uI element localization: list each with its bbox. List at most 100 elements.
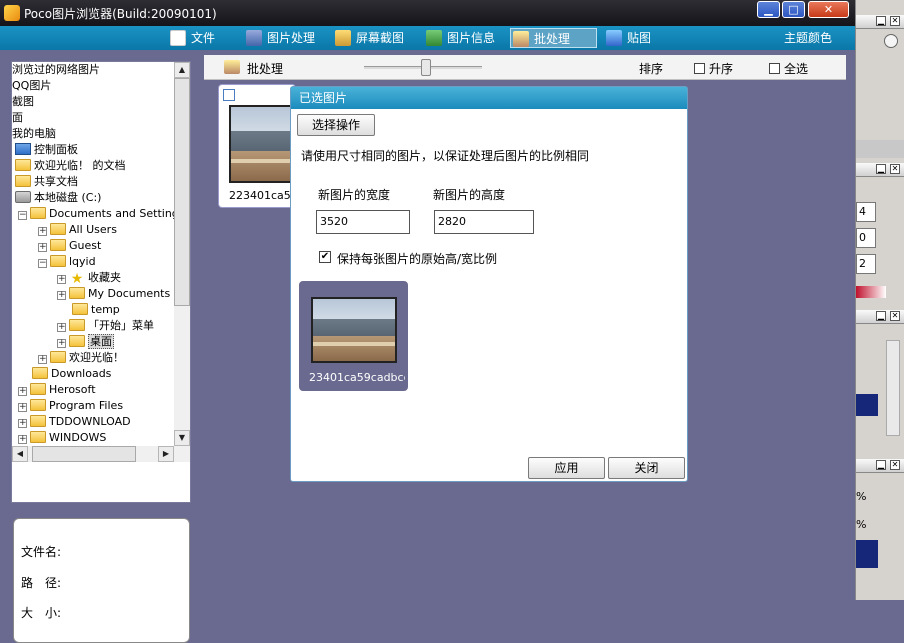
keep-ratio-label: 保持每张图片的原始高/宽比例: [337, 252, 498, 266]
toolbar-image-processing-label: 图片处理: [267, 31, 316, 45]
sticker-icon: [606, 30, 622, 46]
checkbox-icon[interactable]: [694, 63, 705, 74]
height-input[interactable]: 2820: [434, 210, 534, 234]
zoom-slider-handle[interactable]: [421, 59, 431, 76]
size-label: 大 小:: [21, 606, 62, 620]
tree-horizontal-scrollbar[interactable]: ◀ ▶: [12, 446, 190, 462]
tree-item[interactable]: + TDDOWNLOAD: [18, 414, 131, 430]
tree-item[interactable]: − lqyid: [38, 254, 96, 270]
expand-icon[interactable]: +: [38, 243, 47, 252]
batch-icon: [513, 31, 529, 47]
close-dialog-button[interactable]: 关闭: [608, 457, 685, 479]
scroll-left-icon[interactable]: ◀: [12, 446, 28, 462]
tree-item[interactable]: Downloads: [32, 366, 111, 382]
scroll-thumb[interactable]: [174, 78, 190, 306]
panel-scrollbar[interactable]: [886, 340, 900, 436]
tree-item-selected[interactable]: + 桌面: [57, 334, 114, 350]
minimize-button[interactable]: ▁: [757, 1, 780, 18]
panel-field-3[interactable]: 2: [856, 254, 876, 274]
select-operation-button[interactable]: 选择操作: [297, 114, 375, 136]
scroll-down-icon[interactable]: ▼: [174, 430, 190, 446]
tree-item[interactable]: 浏览过的网络图片: [12, 62, 100, 78]
tree-item[interactable]: 本地磁盘 (C:): [15, 190, 101, 206]
selected-image-card[interactable]: 23401ca59cadbcd2: [299, 281, 408, 391]
tree-item[interactable]: + 「开始」菜单: [57, 318, 154, 334]
expand-icon[interactable]: +: [57, 275, 66, 284]
tree-item[interactable]: 我的电脑: [12, 126, 56, 142]
toolbar-batch[interactable]: 批处理: [510, 28, 597, 48]
expand-icon[interactable]: +: [38, 355, 47, 364]
minimize-icon[interactable]: ▁: [876, 16, 886, 26]
select-all-checkbox[interactable]: 全选: [769, 60, 808, 77]
sort-label[interactable]: 排序: [639, 60, 663, 77]
toolbar-theme-color[interactable]: 主题颜色: [784, 28, 832, 48]
checkbox-icon[interactable]: [769, 63, 780, 74]
expand-icon[interactable]: +: [38, 227, 47, 236]
maximize-button[interactable]: □: [782, 1, 805, 18]
tree-item[interactable]: + Guest: [38, 238, 101, 254]
toolbar-image-info[interactable]: 图片信息: [424, 28, 495, 48]
close-icon[interactable]: ✕: [890, 460, 900, 470]
image-thumbnail-card[interactable]: 223401ca59c: [218, 84, 296, 208]
tree-item[interactable]: + Herosoft: [18, 382, 96, 398]
tree-item[interactable]: + WINDOWS: [18, 430, 106, 446]
panel-field-2[interactable]: 0: [856, 228, 876, 248]
tree-item[interactable]: + 欢迎光临！: [38, 350, 124, 366]
scroll-right-icon[interactable]: ▶: [158, 446, 174, 462]
tree-item[interactable]: 面: [12, 110, 23, 126]
color-swatch[interactable]: [856, 394, 878, 416]
tree-item[interactable]: QQ图片: [12, 78, 51, 94]
tree-item[interactable]: temp: [72, 302, 120, 318]
tree-item[interactable]: 控制面板: [15, 142, 78, 158]
thumbnail-checkbox[interactable]: [223, 89, 235, 101]
collapse-icon[interactable]: −: [18, 211, 27, 220]
tree-item[interactable]: 截图: [12, 94, 34, 110]
toolbar-file[interactable]: 文件: [168, 28, 215, 48]
image-edit-icon: [246, 30, 262, 46]
close-icon[interactable]: ✕: [890, 311, 900, 321]
color-gradient-bar[interactable]: [856, 286, 886, 298]
tree-item[interactable]: + All Users: [38, 222, 117, 238]
percent-label-2: %: [856, 518, 867, 531]
color-swatch[interactable]: [856, 540, 878, 568]
width-input[interactable]: 3520: [316, 210, 410, 234]
expand-icon[interactable]: +: [18, 403, 27, 412]
collapse-icon[interactable]: −: [38, 259, 47, 268]
toolbar-sticker-label: 贴图: [627, 31, 652, 45]
tree-item[interactable]: + My Documents: [57, 286, 170, 302]
expand-icon[interactable]: +: [57, 323, 66, 332]
folder-icon: [69, 319, 85, 331]
ascending-checkbox[interactable]: 升序: [694, 60, 733, 77]
folder-icon: [32, 367, 48, 379]
expand-icon[interactable]: +: [57, 339, 66, 348]
toolbar-screenshot[interactable]: 屏幕截图: [333, 28, 404, 48]
scroll-thumb[interactable]: [32, 446, 136, 462]
expand-icon[interactable]: +: [18, 435, 27, 444]
panel-field-1[interactable]: 4: [856, 202, 876, 222]
close-icon[interactable]: ✕: [890, 16, 900, 26]
scroll-up-icon[interactable]: ▲: [174, 62, 190, 78]
expand-icon[interactable]: +: [57, 291, 66, 300]
apply-button[interactable]: 应用: [528, 457, 605, 479]
close-icon[interactable]: ✕: [890, 164, 900, 174]
panel-menu-icon[interactable]: [884, 34, 898, 48]
expand-icon[interactable]: +: [18, 419, 27, 428]
tree-vertical-scrollbar[interactable]: ▲ ▼: [174, 62, 190, 446]
panel-header: ▁ ✕: [856, 459, 904, 473]
close-window-button[interactable]: ✕: [808, 1, 849, 18]
tree-item[interactable]: 欢迎光临！ 的文档: [15, 158, 126, 174]
toolbar-sticker[interactable]: 贴图: [604, 28, 651, 48]
tree-item[interactable]: + ★ 收藏夹: [57, 270, 121, 286]
info-grid-icon: [426, 30, 442, 46]
tree-item[interactable]: 共享文档: [15, 174, 78, 190]
minimize-icon[interactable]: ▁: [876, 460, 886, 470]
minimize-icon[interactable]: ▁: [876, 311, 886, 321]
expand-icon[interactable]: +: [18, 387, 27, 396]
tree-item[interactable]: + Program Files: [18, 398, 123, 414]
folder-icon: [30, 431, 46, 443]
minimize-icon[interactable]: ▁: [876, 164, 886, 174]
keep-ratio-checkbox[interactable]: ✔: [319, 251, 331, 263]
tree-item[interactable]: − Documents and Settings: [18, 206, 185, 222]
toolbar-image-processing[interactable]: 图片处理: [244, 28, 315, 48]
title-bar: Poco图片浏览器(Build:20090101) ▁ □ ✕: [0, 0, 855, 26]
